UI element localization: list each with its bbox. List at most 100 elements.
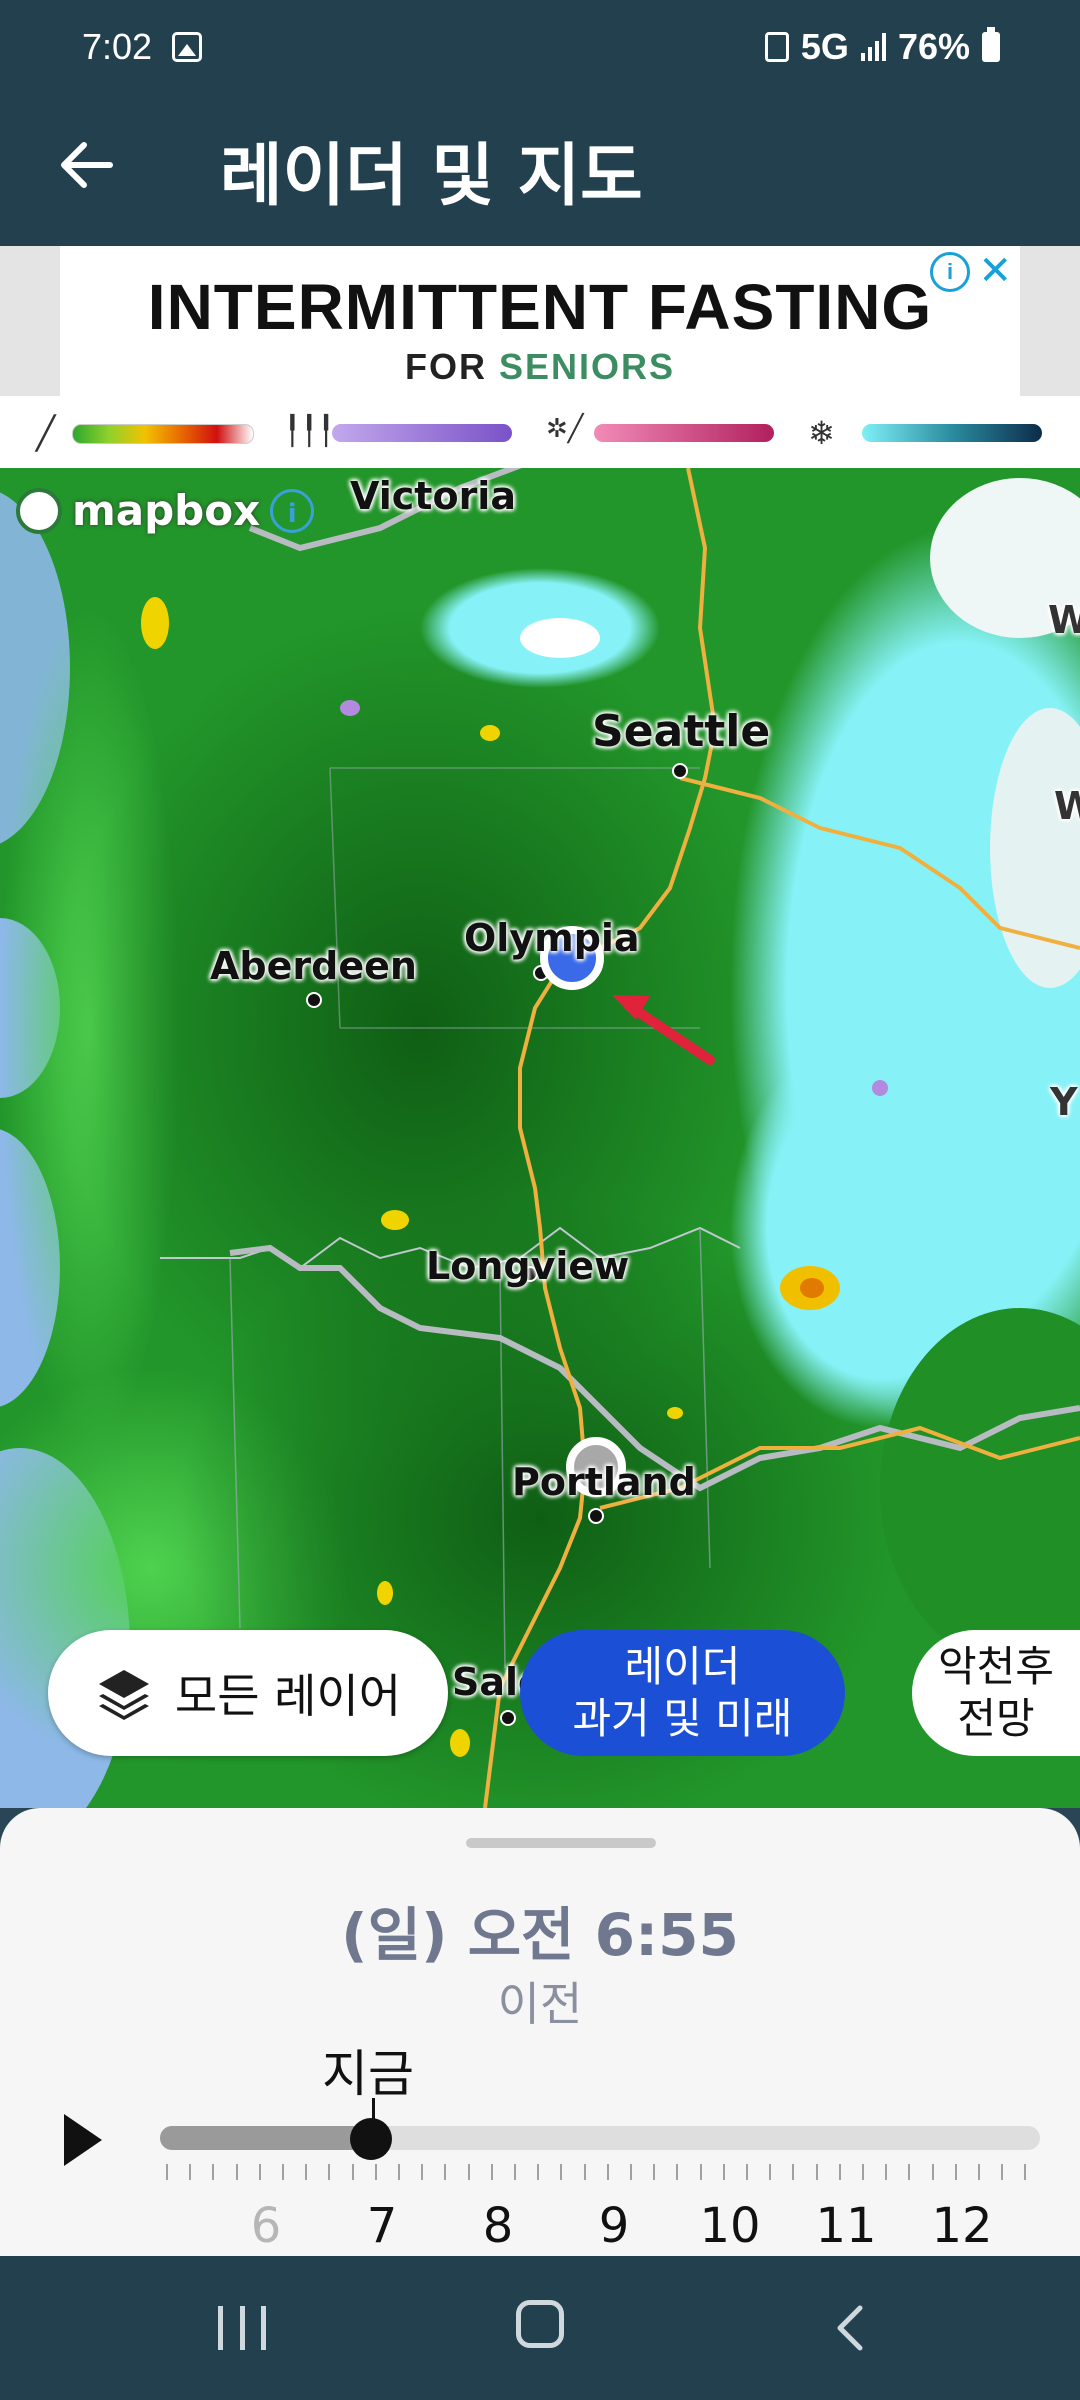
city-label-olympia: Olympia <box>464 916 640 960</box>
timeline-tick <box>351 2164 354 2180</box>
snow-icon: ❄ <box>808 414 835 452</box>
radar-map[interactable]: mapbox i Victoria Seattle Olympia Aberde… <box>0 468 1080 1808</box>
map-info-icon[interactable]: i <box>270 488 315 533</box>
timeline-tick <box>514 2164 516 2180</box>
radar-past-future-button[interactable]: 레이더 과거 및 미래 <box>520 1630 845 1756</box>
timeline-thumb[interactable] <box>350 2118 393 2160</box>
radar-button-line2: 과거 및 미래 <box>572 1694 793 1743</box>
timeline-tick <box>490 2164 493 2180</box>
timeline-slider[interactable] <box>160 2126 1040 2150</box>
timeline-tick <box>630 2164 632 2180</box>
rain-gradient <box>72 424 254 444</box>
city-label-victoria: Victoria <box>350 474 516 518</box>
timeline-tick <box>374 2164 377 2180</box>
radar-button-line1: 레이더 <box>624 1642 741 1691</box>
timeline-tick <box>560 2164 563 2180</box>
timeline-tick <box>1024 2164 1027 2180</box>
city-label-longview: Longview <box>426 1244 630 1288</box>
timeline-time: (일) 오전 6:55 <box>341 1901 739 1969</box>
ad-info-icon[interactable]: i <box>930 252 970 292</box>
severe-button-line1: 악천후 <box>938 1642 1054 1691</box>
edge-label-1: W <box>1048 598 1080 642</box>
network-label: 5G <box>800 26 849 67</box>
precipitation-legend: ╱ ╿╿╿ ✲╱ ❄ <box>0 396 1080 468</box>
hour-label: 6 <box>250 2198 282 2254</box>
timeline-tick <box>954 2164 957 2180</box>
mix-icon: ✲╱ <box>546 414 584 444</box>
status-bar: 7:02 5G 76% <box>0 0 1080 100</box>
timeline-tick <box>978 2164 980 2180</box>
edge-label-3: Y <box>1050 1080 1078 1124</box>
timeline-tick <box>653 2164 656 2180</box>
page-title: 레이더 및 지도 <box>220 137 643 216</box>
timeline-sheet: (일) 오전 6:55 이전 지금 6 7 8 9 10 11 12 <box>0 1808 1080 2256</box>
city-label-seattle: Seattle <box>592 706 771 757</box>
all-layers-label: 모든 레이어 <box>174 1669 402 1723</box>
hour-label: 9 <box>598 2198 630 2254</box>
status-indicators: 5G 76% <box>764 26 1000 68</box>
ad-banner[interactable]: INTERMITTENT FASTING FOR SENIORS i ✕ <box>60 246 1020 396</box>
battery-icon <box>982 27 1000 62</box>
back-arrow-icon[interactable] <box>52 130 122 200</box>
rain-icon: ╱ <box>36 414 56 452</box>
timeline-tick <box>838 2164 841 2180</box>
battery-saver-icon <box>764 32 789 62</box>
ice-icon: ╿╿╿ <box>284 414 335 447</box>
ad-headline: INTERMITTENT FASTING <box>147 271 933 343</box>
hour-label: 7 <box>366 2198 398 2254</box>
city-label-aberdeen: Aberdeen <box>210 944 417 988</box>
ice-gradient <box>332 424 512 442</box>
severe-weather-button[interactable]: 악천후 전망 <box>912 1630 1080 1756</box>
timeline-tick <box>606 2164 609 2180</box>
timeline-tick <box>328 2164 331 2180</box>
timeline-tick <box>746 2164 748 2180</box>
timeline-tick <box>189 2164 192 2180</box>
timeline-tick <box>305 2164 308 2180</box>
system-nav-bar <box>0 2256 1080 2400</box>
status-time: 7:02 <box>82 26 153 67</box>
timeline-tick <box>815 2164 818 2180</box>
edge-label-2: W <box>1054 784 1080 828</box>
timeline-tick <box>398 2164 400 2180</box>
signal-icon <box>860 33 886 61</box>
timeline-period: 이전 <box>497 1977 583 2031</box>
timeline-tick <box>769 2164 772 2180</box>
ad-area: INTERMITTENT FASTING FOR SENIORS i ✕ <box>0 246 1080 396</box>
sheet-drag-handle[interactable] <box>466 1838 656 1848</box>
timeline-tick <box>467 2164 470 2180</box>
all-layers-button[interactable]: 모든 레이어 <box>48 1630 448 1756</box>
timeline-tick <box>258 2164 261 2180</box>
timeline-tick <box>235 2164 238 2180</box>
timeline-progress <box>160 2126 372 2150</box>
timeline-tick <box>444 2164 447 2180</box>
radar-map-canvas <box>0 468 1080 1808</box>
hour-label: 8 <box>482 2198 514 2254</box>
timeline-tick <box>792 2164 795 2180</box>
mapbox-label: mapbox <box>72 486 261 535</box>
timeline-tick <box>583 2164 586 2180</box>
app-bar: 레이더 및 지도 <box>0 100 1080 246</box>
timeline-tick <box>931 2164 934 2180</box>
nav-back-icon[interactable] <box>826 2302 878 2354</box>
play-icon[interactable] <box>64 2114 102 2166</box>
battery-percent: 76% <box>897 26 970 67</box>
severe-button-line2: 전망 <box>957 1694 1035 1743</box>
layers-icon <box>98 1670 149 1720</box>
timeline-tick <box>537 2164 540 2180</box>
ad-sub-accent: SENIORS <box>498 346 676 387</box>
snow-gradient <box>862 424 1042 442</box>
ad-close-icon[interactable]: ✕ <box>978 248 1012 294</box>
now-label: 지금 <box>322 2045 414 2103</box>
timeline-tick <box>676 2164 679 2180</box>
timeline-tick <box>722 2164 725 2180</box>
timeline-tick <box>699 2164 702 2180</box>
timeline-tick <box>862 2164 864 2180</box>
mapbox-logo[interactable]: mapbox i <box>16 486 315 535</box>
hour-label: 12 <box>931 2198 993 2254</box>
timeline-tick <box>421 2164 424 2180</box>
mapbox-icon <box>16 487 62 534</box>
timeline-tick <box>212 2164 215 2180</box>
recent-apps-icon[interactable] <box>218 2306 266 2350</box>
hour-label: 11 <box>815 2198 877 2254</box>
home-icon[interactable] <box>516 2300 564 2348</box>
